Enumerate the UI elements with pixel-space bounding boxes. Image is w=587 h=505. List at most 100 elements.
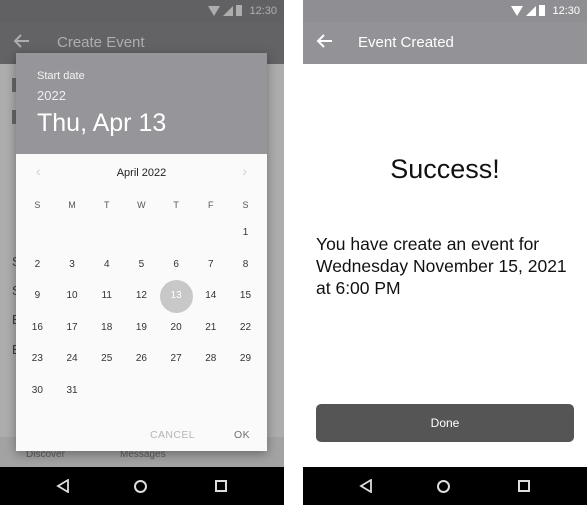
calendar-week-row: 30 31 <box>20 375 263 407</box>
calendar-empty-cell <box>124 375 159 407</box>
success-heading: Success! <box>390 154 500 184</box>
calendar-day[interactable]: 21 <box>193 312 228 344</box>
calendar-day[interactable]: 6 <box>159 249 194 281</box>
calendar-day[interactable]: 28 <box>193 343 228 375</box>
ok-button[interactable]: OK <box>234 429 250 441</box>
done-button[interactable]: Done <box>316 404 574 442</box>
calendar-day[interactable]: 17 <box>55 312 90 344</box>
date-picker-label: Start date <box>37 70 85 82</box>
calendar-week-row: 1 <box>20 217 263 249</box>
system-nav-bar <box>0 467 284 505</box>
status-time: 12:30 <box>552 5 580 17</box>
calendar-day-number: 14 <box>205 290 217 301</box>
calendar-week-row: 23 24 25 26 27 28 29 <box>20 343 263 375</box>
calendar-day-number: 31 <box>66 384 78 396</box>
calendar-day[interactable]: 12 <box>124 280 159 312</box>
calendar-empty-cell <box>89 217 124 249</box>
page-title: Event Created <box>358 34 454 51</box>
calendar-day[interactable]: 8 <box>228 249 263 281</box>
calendar-day[interactable]: 9 <box>20 280 55 312</box>
weekday-label: S <box>34 200 41 210</box>
calendar-day[interactable]: 27 <box>159 343 194 375</box>
calendar-day[interactable]: 23 <box>20 343 55 375</box>
calendar-day-number: 12 <box>135 290 147 301</box>
calendar-empty-cell <box>193 217 228 249</box>
nav-recent-apps-icon[interactable] <box>518 480 530 492</box>
calendar-day[interactable]: 31 <box>55 375 90 407</box>
signal-icon <box>526 5 536 16</box>
calendar-day[interactable]: 1 <box>228 217 263 249</box>
date-picker-dialog: Start date 2022 Thu, Apr 13 ‹ April 2022… <box>16 53 267 451</box>
create-event-screen: 12:30 Create Event S S E E Discover Mess… <box>0 0 284 505</box>
calendar-day-number: 16 <box>31 321 43 333</box>
calendar-day-number: 7 <box>208 258 214 270</box>
nav-back-icon[interactable] <box>56 479 70 493</box>
calendar-day-number: 18 <box>101 321 113 333</box>
event-created-screen: 12:30 Event Created Success! You have cr… <box>303 0 587 505</box>
calendar-empty-cell <box>20 217 55 249</box>
nav-home-icon[interactable] <box>437 480 450 493</box>
app-bar: Event Created <box>303 22 587 64</box>
wifi-icon <box>511 5 523 16</box>
calendar-day[interactable]: 24 <box>55 343 90 375</box>
calendar-empty-cell <box>228 375 263 407</box>
status-icons <box>511 5 545 16</box>
calendar-grid: SMTWTFS 1 2 3 4 5 6 7 8 9 10 11 12 13 14 15 16 17 18 19 20 2… <box>20 193 263 406</box>
calendar-day[interactable]: 3 <box>55 249 90 281</box>
calendar-day-number: 24 <box>66 353 78 364</box>
calendar-day[interactable]: 25 <box>89 343 124 375</box>
calendar-day-number: 10 <box>66 290 78 301</box>
calendar-day[interactable]: 20 <box>159 312 194 344</box>
calendar-day-number: 2 <box>34 258 41 270</box>
calendar-day[interactable]: 29 <box>228 343 263 375</box>
weekday-label: S <box>242 200 249 210</box>
calendar-day-number: 15 <box>239 290 252 301</box>
back-arrow-icon[interactable] <box>315 31 335 51</box>
calendar-day[interactable]: 22 <box>228 312 263 344</box>
nav-back-icon[interactable] <box>359 479 373 493</box>
status-bar: 12:30 <box>303 0 587 22</box>
calendar-day[interactable]: 18 <box>89 312 124 344</box>
calendar-day-number: 25 <box>101 353 113 364</box>
calendar-day-number: 22 <box>239 321 252 333</box>
calendar-day-number: 3 <box>69 258 75 270</box>
calendar-week-row: 16 17 18 19 20 21 22 <box>20 312 263 344</box>
calendar-day[interactable]: 30 <box>20 375 55 407</box>
calendar-day-number: 26 <box>135 353 147 364</box>
calendar-day-number: 6 <box>173 258 179 270</box>
nav-home-icon[interactable] <box>134 480 147 493</box>
calendar-day-number: 13 <box>170 290 182 301</box>
calendar-empty-cell <box>124 217 159 249</box>
calendar-day[interactable]: 14 <box>193 280 228 312</box>
calendar-day[interactable]: 11 <box>89 280 124 312</box>
calendar-day[interactable]: 5 <box>124 249 159 281</box>
system-nav-bar <box>303 467 587 505</box>
calendar-day-number: 19 <box>135 321 147 333</box>
calendar-day-number: 11 <box>101 290 112 301</box>
calendar-day[interactable]: 16 <box>20 312 55 344</box>
calendar-day-number: 29 <box>239 353 252 364</box>
calendar-day-number: 30 <box>31 384 43 396</box>
next-month-icon[interactable]: › <box>242 163 247 179</box>
cancel-button[interactable]: CANCEL <box>150 429 195 441</box>
weekday-label: F <box>208 200 214 210</box>
calendar-day[interactable]: 7 <box>193 249 228 281</box>
nav-recent-apps-icon[interactable] <box>215 480 227 492</box>
dialog-actions: CANCEL OK <box>150 429 250 441</box>
calendar-day-number: 9 <box>34 290 41 301</box>
calendar-day-number: 8 <box>242 258 249 270</box>
calendar-day-selected[interactable]: 13 <box>159 280 194 313</box>
calendar-day[interactable]: 10 <box>55 280 90 312</box>
calendar-day-number: 28 <box>205 353 217 364</box>
calendar-day[interactable]: 4 <box>89 249 124 281</box>
calendar-week-row: 9 10 11 12 13 14 15 <box>20 280 263 313</box>
calendar-week-row: 2 3 4 5 6 7 8 <box>20 249 263 281</box>
calendar-day-number: 21 <box>205 321 217 333</box>
year-selector[interactable]: 2022 <box>37 88 66 103</box>
calendar-day[interactable]: 26 <box>124 343 159 375</box>
calendar-day-number: 5 <box>138 258 145 270</box>
calendar-day[interactable]: 15 <box>228 280 263 312</box>
calendar-day-number: 20 <box>170 321 182 333</box>
calendar-day[interactable]: 19 <box>124 312 159 344</box>
calendar-day[interactable]: 2 <box>20 249 55 281</box>
